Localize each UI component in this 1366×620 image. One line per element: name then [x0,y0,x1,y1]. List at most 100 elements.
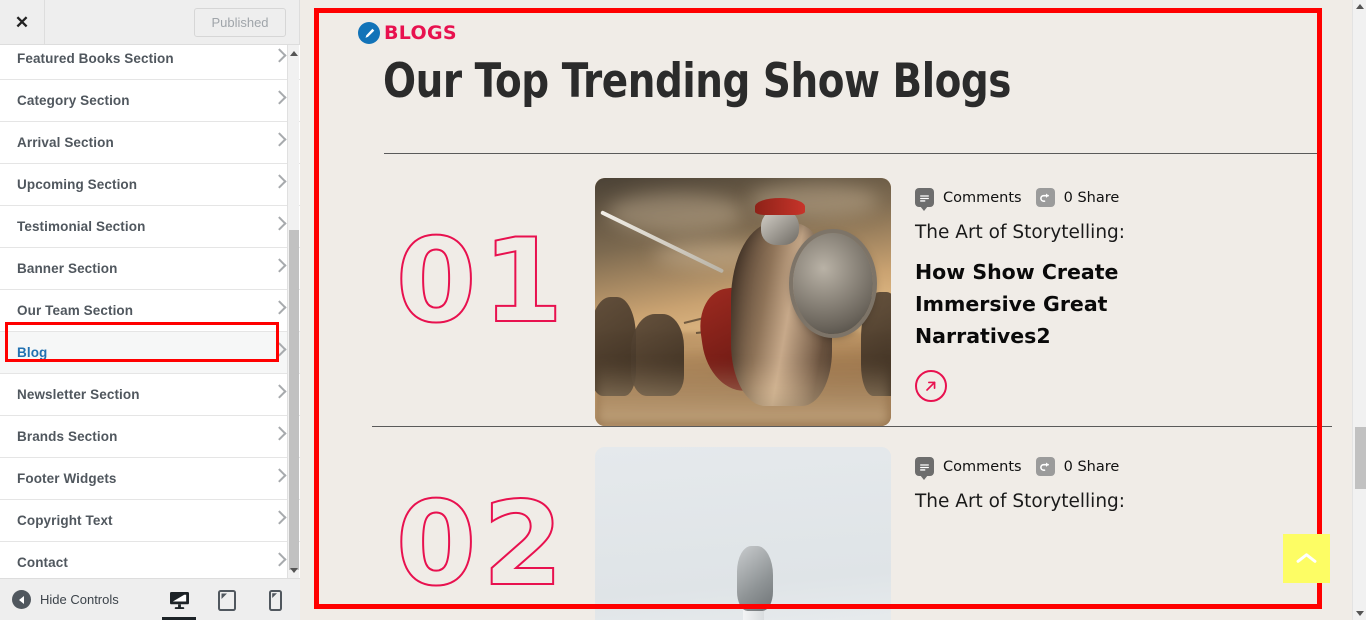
sidebar-item-label: Banner Section [17,261,118,276]
sidebar-item-banner-section[interactable]: Banner Section [0,248,300,290]
customizer-screen: ✕ Published Featured Books Section Catego… [0,0,1366,620]
sidebar-item-footer-widgets[interactable]: Footer Widgets [0,458,300,500]
blog-post-item: 01 Comments 0 Share The Art of Storytell… [370,178,1298,426]
comments-label: Comments [943,189,1022,206]
chevron-right-icon [272,551,287,567]
sidebar-item-copyright-text[interactable]: Copyright Text [0,500,300,542]
sidebar-item-label: Blog [17,345,48,360]
browser-scroll-up-icon[interactable] [1356,4,1364,9]
comments-meta[interactable]: Comments [915,457,1022,480]
back-to-top-button[interactable] [1283,534,1330,583]
blog-eyebrow-label: BLOGS [384,22,457,44]
post-meta-row: Comments 0 Share [915,457,1298,480]
share-arrow-glyph [1040,462,1050,471]
share-meta[interactable]: 0 Share [1035,188,1120,207]
post-subtitle: The Art of Storytelling: [915,491,1126,512]
published-button[interactable]: Published [194,8,286,37]
post-body: Comments 0 Share The Art of Storytelling… [891,447,1298,512]
sidebar-item-brands-section[interactable]: Brands Section [0,416,300,458]
post-heading[interactable]: How Show Create Immersive Great Narrativ… [915,257,1150,352]
sidebar-item-our-team-section[interactable]: Our Team Section [0,290,300,332]
sidebar-item-newsletter-section[interactable]: Newsletter Section [0,374,300,416]
comment-lines-glyph [920,194,929,202]
sidebar-item-label: Category Section [17,93,130,108]
sidebar-item-label: Newsletter Section [17,387,140,402]
share-label: 0 Share [1063,189,1120,206]
chevron-right-icon [272,467,287,483]
post-thumbnail[interactable] [595,178,891,426]
sidebar-scrollbar[interactable] [287,45,299,578]
sidebar-scrollbar-thumb[interactable] [289,230,299,570]
collapse-left-icon [12,590,31,609]
chevron-right-icon [272,341,287,357]
chevron-right-icon [272,425,287,441]
site-preview: BLOGS Our Top Trending Show Blogs 01 Com… [300,0,1352,620]
sidebar-item-testimonial-section[interactable]: Testimonial Section [0,206,300,248]
chevron-right-icon [272,383,287,399]
chevron-right-icon [272,299,287,315]
comments-label: Comments [943,458,1022,475]
share-arrow-glyph [1040,193,1050,202]
desktop-icon[interactable] [162,579,196,620]
blog-eyebrow: BLOGS [358,22,1298,44]
share-icon [1035,188,1055,207]
chevron-right-icon [272,257,287,273]
sidebar-item-label: Brands Section [17,429,118,444]
hide-controls-label: Hide Controls [40,592,119,607]
arrow-up-right-icon [926,381,936,392]
page-title: Our Top Trending Show Blogs [383,54,1011,109]
customizer-sidebar: ✕ Published Featured Books Section Catego… [0,0,300,620]
mobile-glyph [268,589,282,611]
sidebar-item-label: Featured Books Section [17,51,174,66]
edit-pencil-icon[interactable] [358,22,380,44]
sidebar-item-label: Copyright Text [17,513,113,528]
section-list[interactable]: Featured Books Section Category Section Ar… [0,45,300,578]
post-number: 02 [395,477,570,612]
blog-post-item: 02 Comments 0 Share The Art of Storytell… [370,447,1298,620]
read-more-arrow-button[interactable] [915,370,947,403]
sidebar-item-blog[interactable]: Blog [0,332,300,374]
chevron-right-icon [272,509,287,525]
tablet-icon[interactable] [214,579,240,620]
blog-section: BLOGS Our Top Trending Show Blogs 01 Com… [316,0,1336,620]
chevron-right-icon [272,173,287,189]
comment-icon [915,457,934,480]
post-thumbnail[interactable] [595,447,891,620]
customizer-footer: Hide Controls [0,578,300,620]
raised-fist-image [595,447,891,620]
post-meta-row: Comments 0 Share [915,188,1298,211]
mobile-icon[interactable] [262,579,288,620]
chevron-up-icon [1296,553,1317,563]
spartan-warrior-image [595,178,891,426]
scroll-up-arrow-icon[interactable] [289,47,299,59]
sidebar-item-label: Upcoming Section [17,177,138,192]
post-number: 01 [395,214,570,349]
sidebar-item-upcoming-section[interactable]: Upcoming Section [0,164,300,206]
chevron-right-icon [272,47,287,63]
device-preview-switcher [162,579,288,620]
sidebar-item-contact[interactable]: Contact [0,542,300,578]
share-icon [1035,457,1055,476]
sidebar-item-featured-books-section[interactable]: Featured Books Section [0,45,300,80]
sidebar-item-category-section[interactable]: Category Section [0,80,300,122]
post-body: Comments 0 Share The Art of Storytelling… [891,178,1298,403]
browser-scrollbar-thumb[interactable] [1355,427,1366,489]
sidebar-item-arrival-section[interactable]: Arrival Section [0,122,300,164]
sidebar-item-label: Our Team Section [17,303,134,318]
hide-controls-button[interactable]: Hide Controls [0,590,119,609]
sidebar-item-label: Testimonial Section [17,219,146,234]
sidebar-item-label: Footer Widgets [17,471,117,486]
sidebar-item-label: Contact [17,555,68,570]
divider-between-posts [372,426,1332,427]
desktop-glyph [169,591,189,609]
browser-scrollbar[interactable] [1352,0,1366,620]
share-label: 0 Share [1063,458,1120,475]
comments-meta[interactable]: Comments [915,188,1022,211]
comment-icon [915,188,934,211]
scroll-down-arrow-icon[interactable] [289,564,299,576]
customizer-header: ✕ Published [0,0,299,45]
share-meta[interactable]: 0 Share [1035,457,1120,476]
close-icon[interactable]: ✕ [0,0,45,44]
chevron-right-icon [272,215,287,231]
browser-scroll-down-icon[interactable] [1356,611,1364,616]
